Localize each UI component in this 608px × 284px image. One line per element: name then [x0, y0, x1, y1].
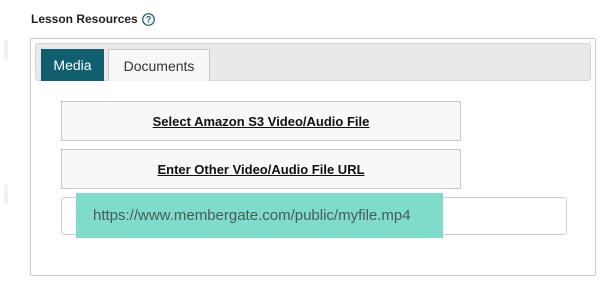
select-s3-file-button[interactable]: Select Amazon S3 Video/Audio File	[61, 101, 461, 141]
question-circle-icon[interactable]: ?	[141, 12, 155, 26]
edge-artifact	[4, 185, 8, 205]
url-placeholder-highlight: https://www.membergate.com/public/myfile…	[76, 193, 443, 238]
svg-text:?: ?	[145, 14, 151, 24]
section-title: Lesson Resources	[31, 12, 138, 26]
resources-panel: Media Documents Select Amazon S3 Video/A…	[30, 38, 596, 276]
lesson-resources-widget: Lesson Resources ? Media Documents Selec…	[0, 0, 608, 284]
tab-strip: Media Documents	[35, 43, 591, 81]
section-header: Lesson Resources ?	[31, 12, 155, 26]
enter-file-url-button[interactable]: Enter Other Video/Audio File URL	[61, 149, 461, 189]
edge-artifact	[4, 40, 8, 60]
tab-documents[interactable]: Documents	[108, 49, 210, 81]
tab-media[interactable]: Media	[41, 49, 104, 81]
